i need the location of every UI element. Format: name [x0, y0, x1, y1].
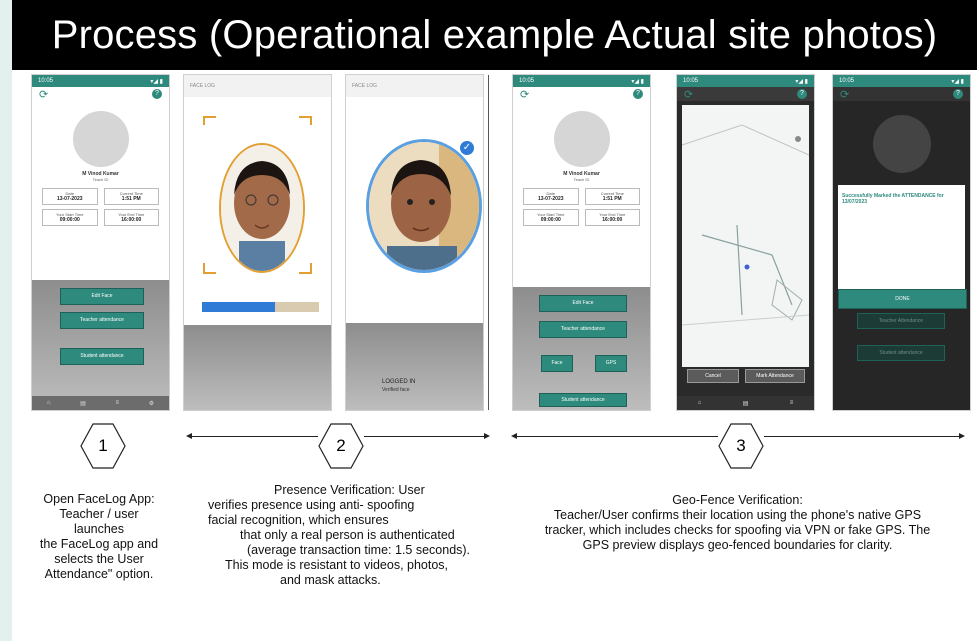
info-icon[interactable]: ? [953, 89, 963, 99]
phone-gps-map: 10:05 ▾◢ ▮ ⟳? Cancel Mark Attendance ⌂ ▤ ≡ [677, 75, 814, 410]
student-attendance-button[interactable]: Student attendance [60, 348, 144, 365]
step-2-number: 2 [336, 436, 346, 455]
map-view[interactable] [681, 105, 810, 367]
end-time-field: Your End Time 16:00:00 [103, 209, 159, 226]
settings-icon[interactable]: ⚙ [149, 400, 154, 407]
person-face-icon [221, 145, 303, 271]
mark-attendance-button[interactable]: Mark Attendance [745, 369, 805, 383]
face-photo [219, 143, 305, 273]
info-icon[interactable]: ? [633, 89, 643, 99]
check-icon: ✓ [460, 141, 474, 155]
refresh-icon[interactable]: ⟳ [840, 88, 849, 101]
user-id: Teach ID [92, 177, 109, 182]
action-panel: Edit Face Teacher attendance Face GPS St… [513, 287, 650, 410]
step-1-caption: Open FaceLog App: Teacher / user launche… [39, 492, 159, 581]
slide-title: Process (Operational example Actual site… [12, 0, 977, 70]
step-1-number: 1 [98, 436, 108, 455]
arrow-line [190, 436, 318, 437]
teacher-attendance-button[interactable]: Teacher attendance [60, 312, 144, 329]
doc-icon[interactable]: ▤ [80, 400, 86, 407]
avatar [72, 111, 129, 167]
phone-face-capture: FACE LOG [184, 75, 331, 410]
phone-home-gps: 10:05 ▾◢ ▮ ⟳? M Vinod Kumar Teach ID Date… [513, 75, 650, 410]
info-icon[interactable]: ? [152, 89, 162, 99]
date-field: Date 13-07-2023 [523, 188, 579, 205]
phone-success-dialog: 10:05 ▾◢ ▮ ⟳? Successfully Marked the ATT… [833, 75, 970, 410]
phone-face-verified: FACE LOG ✓ LOGGED IN Verified face [346, 75, 483, 410]
logged-in-sub: Verified face [382, 387, 410, 393]
section-divider [488, 75, 489, 410]
time-field: Current Time 1:51 PM [103, 188, 159, 205]
end-time-field: Your End Time 16:00:00 [584, 209, 640, 226]
arrow-right-head [484, 433, 490, 439]
capture-header: FACE LOG [184, 75, 331, 97]
arrow-line [764, 436, 961, 437]
student-attendance-button[interactable]: Student attendance [539, 393, 627, 407]
done-button[interactable]: DONE [838, 289, 967, 309]
status-bar: 10:05 ▾◢ ▮ [677, 75, 814, 87]
verified-face-photo [366, 139, 482, 273]
time-field: Current Time 1:51 PM [584, 188, 640, 205]
nav-bar: ⌂ ▤ ≡ [677, 396, 814, 410]
home-icon[interactable]: ⌂ [47, 400, 51, 406]
refresh-icon[interactable]: ⟳ [39, 88, 48, 101]
progress-fill [202, 302, 275, 312]
step-2-caption: Presence Verification: User verifies pre… [208, 483, 471, 587]
status-bar: 10:05 ▾◢ ▮ [833, 75, 970, 87]
refresh-icon[interactable]: ⟳ [520, 88, 529, 101]
status-bar: 10:05 ▾◢ ▮ [32, 75, 169, 87]
edit-face-button[interactable]: Edit Face [539, 295, 627, 312]
home-icon[interactable]: ⌂ [698, 400, 702, 406]
teacher-attendance-button[interactable]: Teacher Attendance [857, 313, 945, 329]
phone-home-screen: 10:05 ▾◢ ▮ ⟳? M Vinod Kumar Teach ID Date… [32, 75, 169, 410]
date-field: Date 13-07-2023 [42, 188, 98, 205]
teacher-attendance-button[interactable]: Teacher attendance [539, 321, 627, 338]
start-time-field: Your Start Time 09:00:00 [523, 209, 579, 226]
capture-bottom-panel [184, 325, 331, 410]
step-3-caption: Geo-Fence Verification: Teacher/User con… [544, 493, 931, 552]
progress-track [202, 302, 319, 312]
action-panel: Edit Face Teacher attendance Student att… [32, 280, 169, 410]
step-3-number: 3 [736, 436, 746, 455]
verified-header: FACE LOG [346, 75, 483, 97]
avatar [553, 111, 610, 167]
gps-option-button[interactable]: GPS [595, 355, 627, 372]
doc-icon[interactable]: ▤ [743, 400, 749, 407]
start-time-field: Your Start Time 09:00:00 [42, 209, 98, 226]
arrow-right-head [959, 433, 965, 439]
arrow-line [515, 436, 718, 437]
menu-icon[interactable]: ≡ [790, 400, 794, 406]
geo-fence-map [681, 124, 810, 326]
student-attendance-button[interactable]: Student attendance [857, 345, 945, 361]
nav-bar: ⌂ ▤ ≡ ⚙ [32, 396, 169, 410]
arrow-line [364, 436, 486, 437]
cancel-button[interactable]: Cancel [687, 369, 739, 383]
slide: Process (Operational example Actual site… [0, 0, 977, 641]
refresh-icon[interactable]: ⟳ [684, 88, 693, 101]
avatar [873, 115, 931, 173]
person-face-icon [369, 142, 479, 270]
success-dialog: Successfully Marked the ATTENDANCE for 1… [838, 185, 965, 289]
verified-bottom-panel: LOGGED IN Verified face [346, 323, 483, 410]
edit-face-button[interactable]: Edit Face [60, 288, 144, 305]
logged-in-title: LOGGED IN [382, 379, 416, 385]
user-id: Teach ID [573, 177, 590, 182]
face-option-button[interactable]: Face [541, 355, 573, 372]
menu-icon[interactable]: ≡ [116, 400, 120, 406]
info-icon[interactable]: ? [797, 89, 807, 99]
success-message: Successfully Marked the ATTENDANCE for 1… [842, 193, 944, 205]
status-bar: 10:05 ▾◢ ▮ [513, 75, 650, 87]
